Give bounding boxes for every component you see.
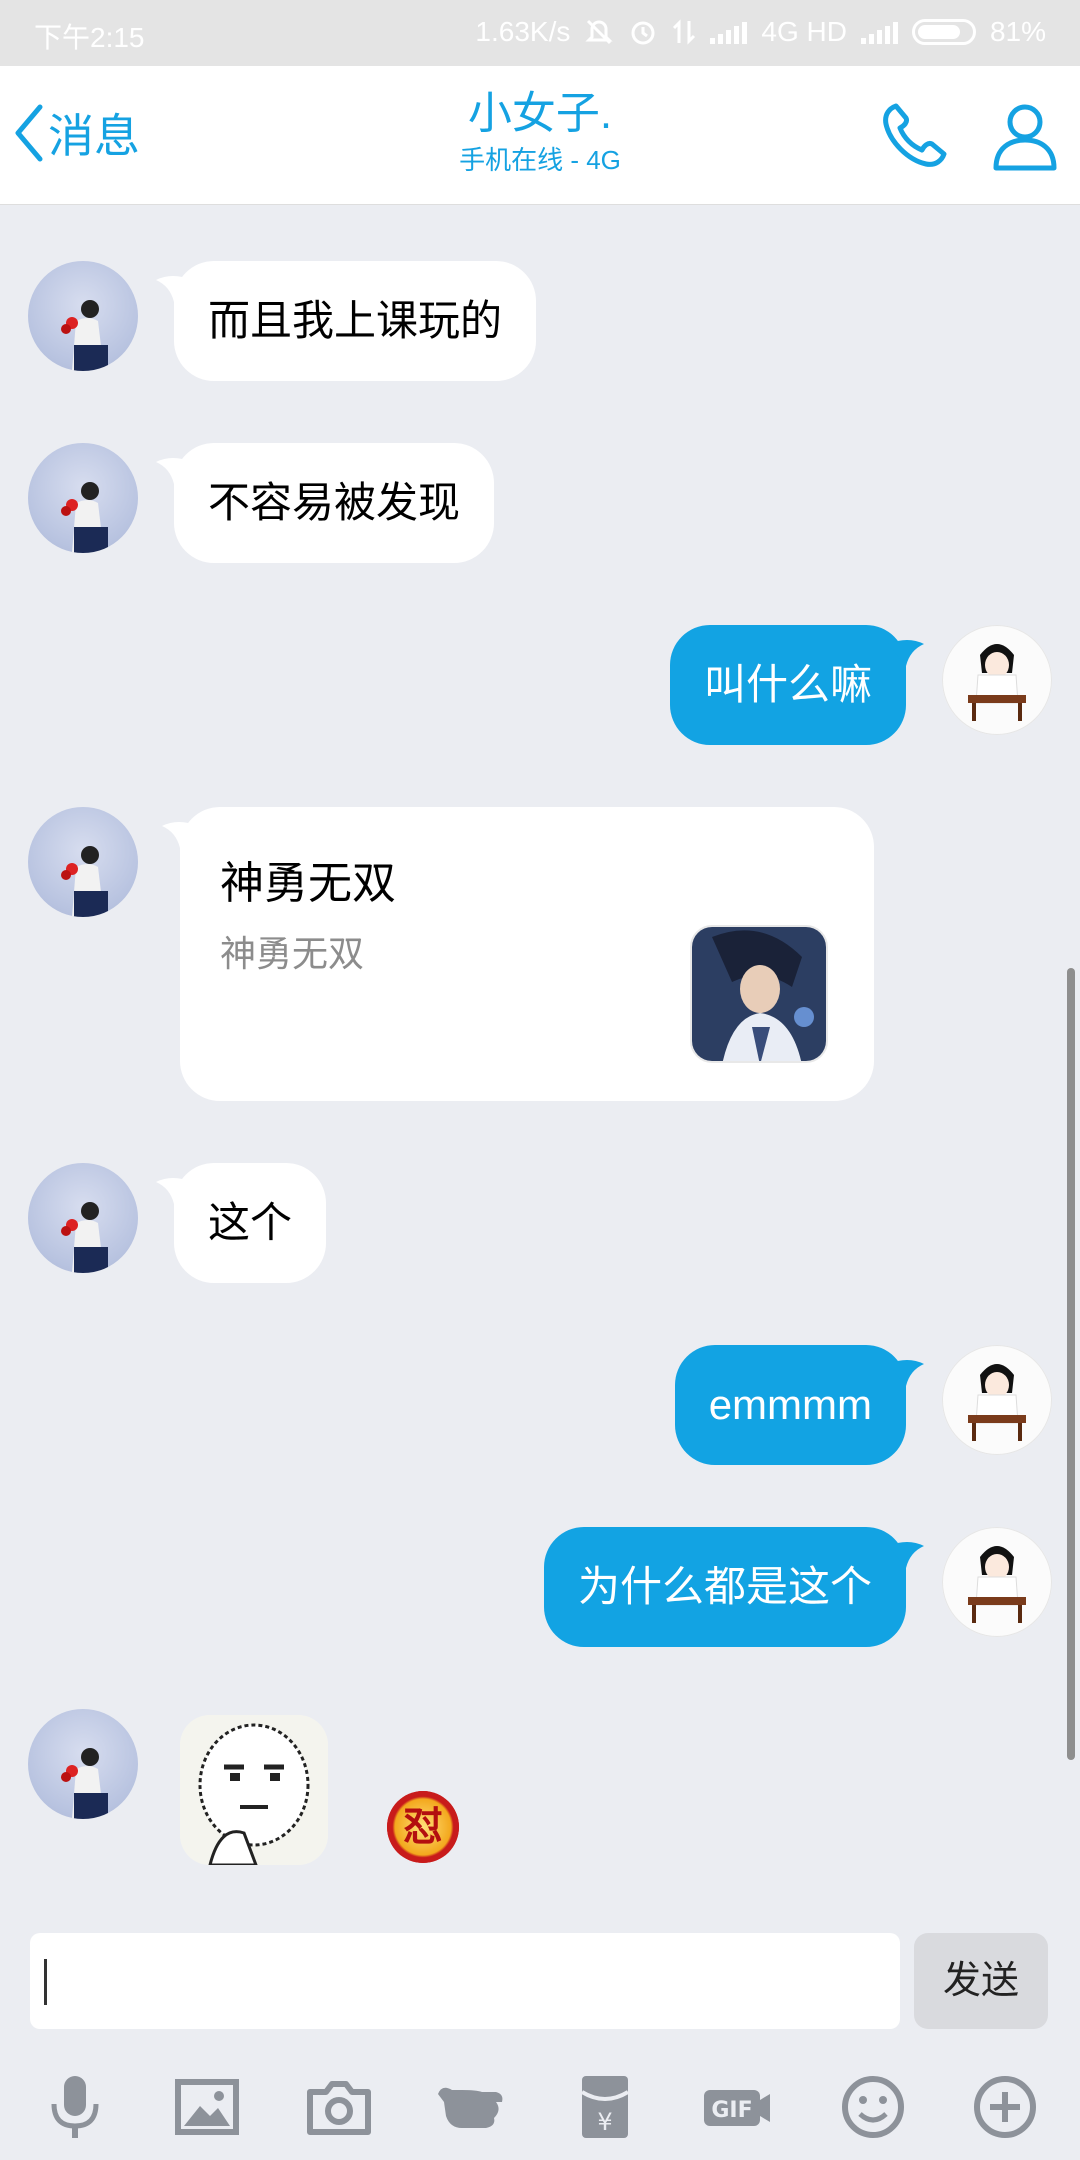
emoji-icon[interactable]	[838, 2072, 908, 2142]
friend-avatar[interactable]	[28, 261, 138, 371]
back-label: 消息	[48, 110, 140, 162]
friend-avatar-image	[61, 300, 108, 371]
signal-icon	[710, 20, 748, 44]
friend-avatar-image	[61, 846, 108, 917]
friend-avatar[interactable]	[28, 1709, 138, 1819]
scrollbar[interactable]	[1067, 968, 1075, 1760]
battery-percent: 81%	[989, 16, 1046, 47]
battery-icon	[911, 19, 976, 45]
chevron-left-icon	[15, 104, 43, 162]
message-bubble-sent[interactable]: 叫什么嘛	[669, 625, 906, 745]
battery-level	[917, 25, 960, 39]
red-packet-icon[interactable]: ¥	[570, 2072, 640, 2142]
bubble-tail	[888, 640, 924, 666]
message-input[interactable]	[30, 1933, 900, 2029]
friend-avatar[interactable]	[28, 443, 138, 553]
send-button[interactable]: 发送	[914, 1933, 1048, 2029]
message-bubble-sent[interactable]: emmmm	[674, 1345, 906, 1465]
friend-avatar[interactable]	[28, 807, 138, 917]
bubble-tail	[888, 1360, 924, 1386]
card-description: 神勇无双	[220, 933, 365, 974]
microphone-icon[interactable]	[40, 2072, 110, 2142]
my-avatar-image	[968, 1364, 1026, 1441]
my-avatar[interactable]	[942, 625, 1052, 735]
friend-avatar-image	[61, 1748, 108, 1819]
message-bubble-sent[interactable]: 为什么都是这个	[543, 1527, 906, 1647]
status-time: 下午2:15	[34, 22, 145, 53]
text-caret	[44, 1959, 47, 2005]
profile-icon[interactable]	[992, 100, 1058, 172]
image-icon[interactable]	[172, 2072, 242, 2142]
my-avatar[interactable]	[942, 1345, 1052, 1455]
sticker-badge: 怼	[387, 1791, 459, 1863]
contact-status: 手机在线 - 4G	[459, 145, 621, 175]
plus-icon[interactable]	[970, 2072, 1040, 2142]
alarm-icon	[631, 21, 655, 45]
poke-hand-icon[interactable]	[436, 2072, 506, 2142]
message-bubble[interactable]: 而且我上课玩的	[174, 261, 537, 381]
input-toolbar: ¥ GIF	[0, 2052, 1080, 2160]
card-title: 神勇无双	[220, 859, 396, 908]
status-bar: 下午2:15 1.63K/s 4G HD 81%	[0, 0, 1080, 66]
signal-2-icon	[860, 20, 898, 44]
mute-icon	[585, 19, 613, 45]
svg-text:¥: ¥	[597, 2108, 612, 2136]
bubble-tail	[888, 1542, 924, 1568]
back-button[interactable]: 消息	[14, 100, 140, 166]
game-thumbnail	[690, 925, 828, 1063]
my-avatar-image	[968, 644, 1026, 721]
svg-text:GIF: GIF	[711, 2098, 752, 2123]
contact-name: 小女子.	[467, 89, 613, 138]
contact-info[interactable]: 小女子. 手机在线 - 4G	[340, 86, 740, 178]
message-bubble[interactable]: 不容易被发现	[174, 443, 495, 563]
app-share-card[interactable]: 神勇无双 神勇无双	[180, 807, 874, 1101]
my-avatar-image	[968, 1546, 1026, 1623]
network-speed: 1.63K/s	[475, 16, 571, 47]
gif-icon[interactable]: GIF	[702, 2072, 772, 2142]
my-avatar[interactable]	[942, 1527, 1052, 1637]
message-bubble[interactable]: 这个	[174, 1163, 327, 1283]
chat-header: 消息 小女子. 手机在线 - 4G	[0, 66, 1080, 205]
camera-icon[interactable]	[304, 2072, 374, 2142]
phone-call-icon[interactable]	[878, 100, 950, 172]
network-type: 4G HD	[761, 16, 847, 47]
sticker-thinking-face[interactable]	[180, 1715, 328, 1865]
friend-avatar[interactable]	[28, 1163, 138, 1273]
friend-avatar-image	[61, 482, 108, 553]
friend-avatar-image	[61, 1202, 108, 1273]
data-transfer-icon	[673, 19, 696, 45]
